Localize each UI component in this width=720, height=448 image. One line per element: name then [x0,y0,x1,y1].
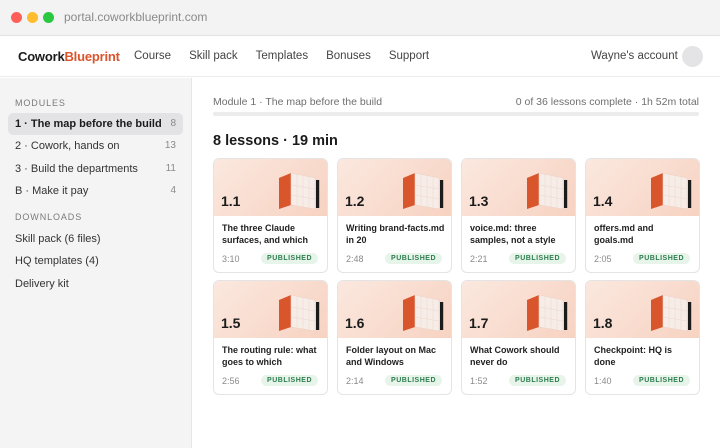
lesson-title: The routing rule: what goes to which [222,345,317,367]
lesson-title: Writing brand-facts.md in 20 [346,223,445,245]
download-delivery-kit[interactable]: Delivery kit [15,278,69,290]
top-navigation: CoworkBlueprint Course Skill pack Templa… [0,37,720,77]
brand-name-part1: Cowork [18,49,65,64]
download-hq-templates[interactable]: HQ templates (4) [15,255,99,267]
lesson-title: voice.md: three samples, not a style [470,223,556,245]
open-book-icon [527,294,568,332]
lesson-duration: 1:52 [470,376,488,386]
lesson-thumbnail: 1.5 [214,281,327,338]
module-lesson-count: 11 [165,163,176,174]
lesson-duration: 2:48 [346,254,364,264]
lesson-number: 1.3 [469,193,489,209]
lesson-title: What Cowork should never do [470,345,560,367]
lesson-number: 1.6 [345,315,365,331]
lessons-heading: 8 lessons · 19 min [213,133,338,149]
lesson-duration: 1:40 [594,376,612,386]
nav-link-bonuses[interactable]: Bonuses [326,50,371,62]
lesson-thumbnail: 1.3 [462,159,575,216]
open-book-icon [279,172,320,210]
lesson-thumbnail: 1.6 [338,281,451,338]
lesson-number: 1.2 [345,193,365,209]
lesson-number: 1.1 [221,193,241,209]
nav-link-skill-pack[interactable]: Skill pack [189,50,238,62]
lesson-card[interactable]: 1.6 Folder layout on Mac and Windows 2:1… [337,280,452,395]
module-label: 1 · The map before the build [15,118,162,130]
lesson-thumbnail: 1.1 [214,159,327,216]
nav-links: Course Skill pack Templates Bonuses Supp… [134,50,429,62]
lesson-card[interactable]: 1.5 The routing rule: what goes to which… [213,280,328,395]
status-badge: PUBLISHED [385,375,442,386]
progress-summary: 0 of 36 lessons complete · 1h 52m total [515,96,699,108]
lesson-thumbnail: 1.7 [462,281,575,338]
download-skill-pack[interactable]: Skill pack (6 files) [15,233,101,245]
close-window-button[interactable] [11,12,22,23]
module-label: 3 · Build the departments [15,163,138,175]
module-lesson-count: 8 [170,118,176,129]
module-label: 2 · Cowork, hands on [15,140,120,152]
lesson-number: 1.7 [469,315,489,331]
lesson-duration: 2:56 [222,376,240,386]
sidebar: MODULES 1 · The map before the build 8 2… [0,78,192,448]
lesson-title: The three Claude surfaces, and which [222,223,309,245]
lesson-card[interactable]: 1.3 voice.md: three samples, not a style… [461,158,576,273]
sidebar-item-module-bonus[interactable]: B · Make it pay 4 [8,180,183,202]
status-badge: PUBLISHED [385,253,442,264]
lesson-thumbnail: 1.2 [338,159,451,216]
status-badge: PUBLISHED [509,375,566,386]
lesson-thumbnail: 1.8 [586,281,699,338]
browser-titlebar: portal.coworkblueprint.com [0,0,720,36]
modules-heading: MODULES [15,98,66,108]
lesson-number: 1.4 [593,193,613,209]
main-content: Module 1 · The map before the build 0 of… [193,78,720,448]
nav-link-support[interactable]: Support [389,50,429,62]
status-badge: PUBLISHED [633,375,690,386]
open-book-icon [651,172,692,210]
nav-link-templates[interactable]: Templates [256,50,308,62]
lesson-title: Checkpoint: HQ is done [594,345,673,367]
avatar[interactable] [682,46,703,67]
lesson-card[interactable]: 1.4 offers.md and goals.md 2:05 PUBLISHE… [585,158,700,273]
lesson-duration: 2:05 [594,254,612,264]
status-badge: PUBLISHED [261,253,318,264]
open-book-icon [403,172,444,210]
lesson-number: 1.5 [221,315,241,331]
open-book-icon [651,294,692,332]
account-link[interactable]: Wayne's account [591,50,678,62]
open-book-icon [279,294,320,332]
sidebar-item-module-1[interactable]: 1 · The map before the build 8 [8,113,183,135]
module-lesson-count: 4 [170,185,176,196]
module-label: B · Make it pay [15,185,89,197]
open-book-icon [527,172,568,210]
lesson-grid: 1.1 The three Claude surfaces, and which… [213,158,700,395]
lesson-duration: 2:21 [470,254,488,264]
lesson-card[interactable]: 1.8 Checkpoint: HQ is done 1:40 PUBLISHE… [585,280,700,395]
lesson-card[interactable]: 1.1 The three Claude surfaces, and which… [213,158,328,273]
minimize-window-button[interactable] [27,12,38,23]
breadcrumb: Module 1 · The map before the build [213,96,383,108]
module-lesson-count: 13 [164,140,176,151]
sidebar-item-module-3[interactable]: 3 · Build the departments 11 [8,158,183,180]
lesson-title: Folder layout on Mac and Windows [346,345,437,367]
lesson-number: 1.8 [593,315,613,331]
status-badge: PUBLISHED [261,375,318,386]
lesson-duration: 3:10 [222,254,240,264]
open-book-icon [403,294,444,332]
maximize-window-button[interactable] [43,12,54,23]
downloads-heading: DOWNLOADS [15,212,83,222]
lesson-duration: 2:14 [346,376,364,386]
nav-link-course[interactable]: Course [134,50,171,62]
sidebar-item-module-2[interactable]: 2 · Cowork, hands on 13 [8,135,183,157]
lesson-card[interactable]: 1.2 Writing brand-facts.md in 20 2:48 PU… [337,158,452,273]
lesson-card[interactable]: 1.7 What Cowork should never do 1:52 PUB… [461,280,576,395]
lesson-thumbnail: 1.4 [586,159,699,216]
status-badge: PUBLISHED [633,253,690,264]
lesson-title: offers.md and goals.md [594,223,654,245]
brand-logo[interactable]: CoworkBlueprint [18,49,120,64]
status-badge: PUBLISHED [509,253,566,264]
brand-name-part2: Blueprint [64,49,120,64]
progress-bar [213,112,699,116]
address-bar[interactable]: portal.coworkblueprint.com [64,10,207,24]
